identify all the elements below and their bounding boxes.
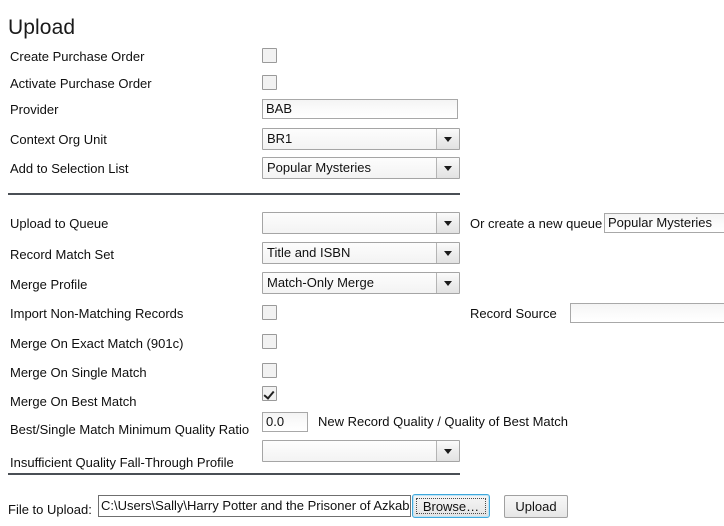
browse-button-label: Browse… (416, 498, 486, 514)
label-create-purchase-order: Create Purchase Order (10, 49, 145, 64)
insufficient-quality-fall-through-profile-value (263, 441, 436, 461)
label-record-source: Record Source (470, 306, 557, 321)
label-merge-profile: Merge Profile (10, 277, 88, 292)
label-file-to-upload: File to Upload: (8, 502, 92, 517)
record-match-set-value: Title and ISBN (267, 245, 351, 260)
label-import-non-matching-records: Import Non-Matching Records (10, 306, 184, 321)
page-title: Upload (8, 16, 76, 40)
divider-top (8, 193, 460, 195)
label-add-to-selection-list: Add to Selection List (10, 161, 129, 176)
context-org-unit-value: BR1 (267, 131, 293, 146)
chevron-down-icon (436, 441, 459, 461)
new-queue-input[interactable]: Popular Mysteries (604, 213, 724, 233)
label-activate-purchase-order: Activate Purchase Order (10, 76, 152, 91)
merge-profile-select[interactable]: Match-Only Merge (262, 272, 460, 294)
label-or-create-new-queue: Or create a new queue (470, 216, 603, 231)
chevron-down-icon (436, 243, 459, 263)
add-to-selection-list-value: Popular Mysteries (267, 160, 372, 175)
context-org-unit-select[interactable]: BR1 (262, 128, 460, 150)
chevron-down-icon (436, 273, 459, 293)
quality-ratio-hint: New Record Quality / Quality of Best Mat… (318, 414, 568, 429)
checkbox-merge-on-best-match[interactable] (262, 386, 277, 401)
insufficient-quality-fall-through-profile-select[interactable] (262, 440, 460, 462)
upload-to-queue-select[interactable] (262, 212, 460, 234)
label-merge-on-best-match: Merge On Best Match (10, 394, 137, 409)
chevron-down-icon (436, 213, 459, 233)
label-record-match-set: Record Match Set (10, 247, 115, 262)
checkbox-merge-on-single-match[interactable] (262, 363, 277, 378)
browse-button[interactable]: Browse… (412, 494, 490, 518)
record-match-set-select[interactable]: Title and ISBN (262, 242, 460, 264)
label-context-org-unit: Context Org Unit (10, 132, 107, 147)
file-path-input[interactable]: C:\Users\Sally\Harry Potter and the Pris… (98, 495, 411, 517)
upload-button[interactable]: Upload (504, 495, 568, 518)
label-best-single-match-minimum-quality-ratio: Best/Single Match Minimum Quality Ratio (10, 422, 250, 437)
label-merge-on-single-match: Merge On Single Match (10, 365, 147, 380)
chevron-down-icon (436, 158, 459, 178)
upload-to-queue-value (263, 213, 436, 233)
chevron-down-icon (436, 129, 459, 149)
upload-button-label: Upload (515, 499, 557, 514)
checkbox-import-non-matching-records[interactable] (262, 305, 277, 320)
checkbox-create-purchase-order[interactable] (262, 48, 277, 63)
label-merge-on-exact-match: Merge On Exact Match (901c) (10, 336, 184, 351)
provider-input[interactable]: BAB (262, 99, 458, 119)
label-provider: Provider (10, 102, 59, 117)
label-upload-to-queue: Upload to Queue (10, 216, 109, 231)
divider-bottom (8, 473, 460, 475)
checkbox-merge-on-exact-match[interactable] (262, 334, 277, 349)
add-to-selection-list-select[interactable]: Popular Mysteries (262, 157, 460, 179)
label-insufficient-quality-fall-through-profile: Insufficient Quality Fall-Through Profil… (10, 455, 234, 470)
record-source-input[interactable] (570, 303, 724, 323)
quality-ratio-input[interactable]: 0.0 (262, 412, 308, 432)
checkbox-activate-purchase-order[interactable] (262, 75, 277, 90)
merge-profile-value: Match-Only Merge (267, 275, 374, 290)
